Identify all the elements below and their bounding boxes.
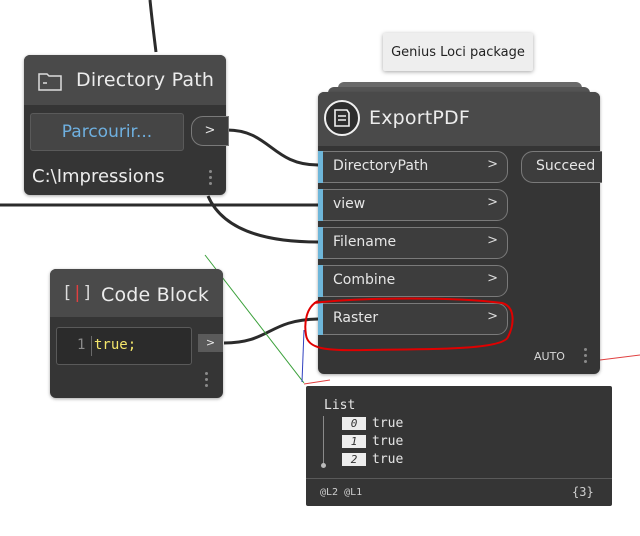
input-port-filename[interactable]: Filename > [318,227,508,259]
list-value: true [372,434,404,449]
browse-label: Parcourir... [61,122,153,142]
folder-icon [38,71,62,95]
node-title: Code Block [101,284,210,306]
browse-button[interactable]: Parcourir... [30,113,184,151]
input-port-directorypath[interactable]: DirectoryPath > [318,151,508,183]
preview-header: List [324,398,356,413]
wire-directorypath [226,128,319,167]
port-label: Succeed [536,158,596,174]
list-item: 1 true [342,434,403,449]
output-chevron: > [205,336,216,349]
list-item: 0 true [342,416,403,431]
wire-filename [206,195,319,244]
list-index: 0 [342,417,366,430]
output-port[interactable]: > [198,334,223,352]
code-block-icon: [|] [62,283,93,303]
port-chevron: > [487,271,498,286]
list-levels: @L2 @L1 [320,487,363,498]
code-editor[interactable]: 1 true; [56,327,192,365]
list-item: 2 true [342,452,403,467]
input-port-combine[interactable]: Combine > [318,265,508,297]
preview-bubble[interactable]: List 0 true 1 true 2 true @L2 @L1 {3} [306,386,612,506]
list-tree-line [323,416,324,464]
port-label: view [333,196,366,212]
list-index: 2 [342,453,366,466]
list-tree-end [321,463,326,468]
node-title: Directory Path [76,69,215,91]
code-text: true; [94,337,137,353]
red-guide-line-2 [303,379,331,385]
preview-divider [306,478,612,479]
list-count: {3} [572,485,594,499]
line-divider [91,336,92,356]
directory-path-value: C:\Impressions [32,166,165,187]
node-title: ExportPDF [369,107,471,129]
output-port[interactable]: > [191,116,229,146]
node-menu-icon[interactable] [205,372,208,390]
port-chevron: > [487,195,498,210]
input-port-view[interactable]: view > [318,189,508,221]
package-node-icon [322,98,362,142]
red-annotation-circle [304,297,514,352]
list-value: true [372,416,404,431]
code-block-node[interactable]: [|] Code Block 1 true; > [50,269,223,398]
lacing-label[interactable]: AUTO [534,350,565,363]
port-chevron: > [487,233,498,248]
list-value: true [372,452,404,467]
line-number: 1 [77,337,86,353]
output-chevron: > [204,123,216,138]
port-label: DirectoryPath [333,158,429,174]
output-port-succeed[interactable]: Succeed [521,151,602,183]
port-label: Filename [333,234,397,250]
package-tooltip: Genius Loci package [383,33,533,71]
red-guide-line [599,354,640,361]
list-index: 1 [342,435,366,448]
port-label: Combine [333,272,396,288]
wire-top-incoming [148,0,158,53]
node-menu-icon[interactable] [584,348,587,366]
port-chevron: > [487,157,498,172]
directory-path-node[interactable]: Directory Path Parcourir... > C:\Impress… [24,55,229,195]
node-menu-icon[interactable] [209,170,212,188]
tooltip-text: Genius Loci package [391,44,525,60]
